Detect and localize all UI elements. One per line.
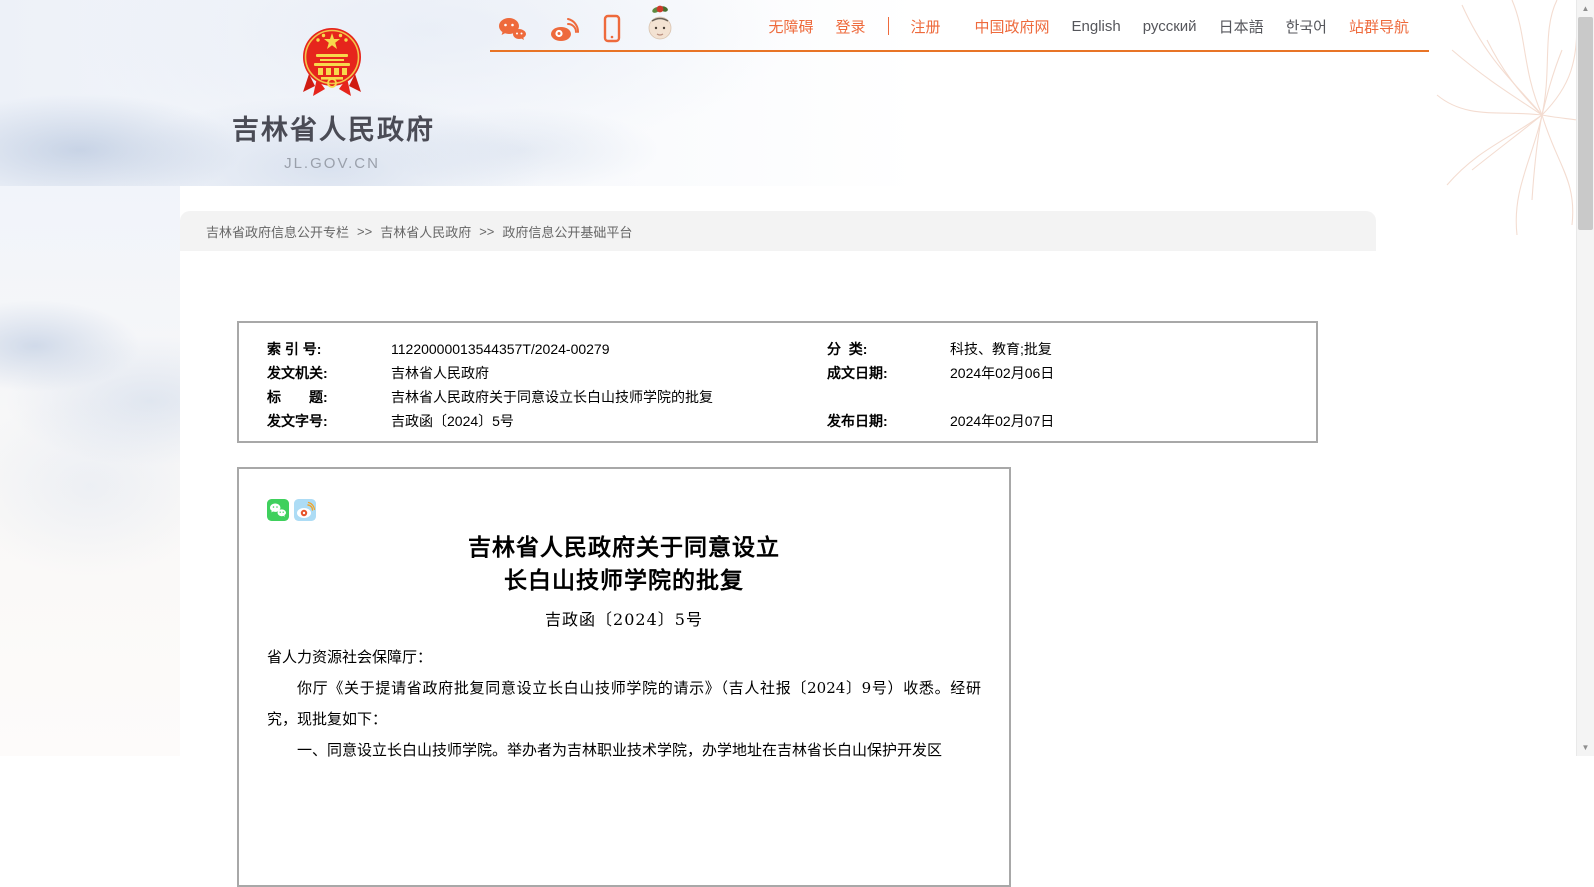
breadcrumb-separator: >> <box>479 224 494 239</box>
category-value: 科技、教育;批复 <box>950 339 1316 359</box>
document-paragraph: 一、同意设立长白山技师学院。举办者为吉林职业技术学院，办学地址在吉林省长白山保护… <box>267 735 981 766</box>
index-number-value: 11220000013544357T/2024-00279 <box>391 341 827 357</box>
publish-date-value: 2024年02月07日 <box>950 411 1316 431</box>
category-label: 分 类: <box>827 339 950 359</box>
publish-date-label: 发布日期: <box>827 411 950 431</box>
document-title-line1: 吉林省人民政府关于同意设立 <box>267 531 981 564</box>
national-emblem-icon <box>301 26 363 98</box>
breadcrumb-item-provincial-government[interactable]: 吉林省人民政府 <box>380 222 471 241</box>
meta-row-issuer-date: 发文机关: 吉林省人民政府 成文日期: 2024年02月06日 <box>267 361 1316 385</box>
document-paragraph: 你厅《关于提请省政府批复同意设立长白山技师学院的请示》（吉人社报〔2024〕9号… <box>267 673 981 735</box>
site-group-navigation-link[interactable]: 站群导航 <box>1349 16 1409 37</box>
wechat-icon[interactable] <box>497 16 527 49</box>
document-number-label: 发文字号: <box>267 411 391 431</box>
breadcrumb-item-open-gov-platform[interactable]: 政府信息公开基础平台 <box>502 222 632 241</box>
weibo-share-icon[interactable] <box>294 499 316 521</box>
index-number-label: 索 引 号: <box>267 339 391 359</box>
language-english-link[interactable]: English <box>1072 18 1121 35</box>
breadcrumb-separator: >> <box>357 224 372 239</box>
left-mountain-background <box>0 186 180 756</box>
topbar-orange-divider-line <box>490 50 1429 52</box>
document-salutation: 省人力资源社会保障厅： <box>267 642 981 673</box>
site-logo[interactable]: 吉林省人民政府 JL.GOV.CN <box>232 26 432 172</box>
topbar-links-group: 无障碍 登录 注册 中国政府网 English русский 日本語 한국어 … <box>768 16 1409 37</box>
scrollbar-down-arrow-icon[interactable]: ▼ <box>1577 739 1594 756</box>
share-icons-row <box>267 499 981 521</box>
issuing-agency-label: 发文机关: <box>267 363 391 383</box>
accessibility-link[interactable]: 无障碍 <box>768 16 813 37</box>
site-name: 吉林省人民政府 <box>232 108 432 147</box>
meta-row-docnumber-pubdate: 发文字号: 吉政函〔2024〕5号 发布日期: 2024年02月07日 <box>267 409 1316 433</box>
language-korean-link[interactable]: 한국어 <box>1286 16 1327 37</box>
meta-row-index-category: 索 引 号: 11220000013544357T/2024-00279 分 类… <box>267 337 1316 361</box>
mobile-icon[interactable] <box>601 14 623 49</box>
language-japanese-link[interactable]: 日本語 <box>1219 16 1264 37</box>
document-number-value: 吉政函〔2024〕5号 <box>391 411 827 431</box>
breadcrumb: 吉林省政府信息公开专栏 >> 吉林省人民政府 >> 政府信息公开基础平台 <box>180 211 1376 251</box>
document-body: 省人力资源社会保障厅： 你厅《关于提请省政府批复同意设立长白山技师学院的请示》（… <box>267 642 981 766</box>
flower-pattern-decoration <box>1392 0 1577 235</box>
document-metadata-box: 索 引 号: 11220000013544357T/2024-00279 分 类… <box>237 321 1318 443</box>
document-title: 吉林省人民政府关于同意设立 长白山技师学院的批复 <box>267 531 981 597</box>
topbar-divider <box>888 17 889 35</box>
written-date-label: 成文日期: <box>827 363 950 383</box>
weibo-icon[interactable] <box>549 16 579 49</box>
language-russian-link[interactable]: русский <box>1143 18 1197 35</box>
document-number: 吉政函〔2024〕5号 <box>267 606 981 630</box>
login-link[interactable]: 登录 <box>835 16 865 37</box>
written-date-value: 2024年02月06日 <box>950 363 1316 383</box>
site-domain: JL.GOV.CN <box>232 155 432 172</box>
vertical-scrollbar[interactable]: ▲ ▼ <box>1576 0 1594 756</box>
title-label: 标 题: <box>267 387 391 407</box>
document-content-box: 吉林省人民政府关于同意设立 长白山技师学院的批复 吉政函〔2024〕5号 省人力… <box>237 467 1011 887</box>
scrollbar-thumb[interactable] <box>1578 17 1593 230</box>
social-icons-group <box>497 4 675 49</box>
wechat-share-icon[interactable] <box>267 499 289 521</box>
document-title-line2: 长白山技师学院的批复 <box>267 564 981 597</box>
top-utility-bar: 无障碍 登录 注册 中国政府网 English русский 日本語 한국어 … <box>497 6 1409 46</box>
register-link[interactable]: 注册 <box>911 16 941 37</box>
scrollbar-up-arrow-icon[interactable]: ▲ <box>1577 0 1594 17</box>
china-gov-site-link[interactable]: 中国政府网 <box>975 16 1050 37</box>
breadcrumb-item-open-gov-column[interactable]: 吉林省政府信息公开专栏 <box>206 222 349 241</box>
issuing-agency-value: 吉林省人民政府 <box>391 363 827 383</box>
mascot-icon[interactable] <box>645 4 675 49</box>
title-value: 吉林省人民政府关于同意设立长白山技师学院的批复 <box>391 387 827 407</box>
meta-row-title: 标 题: 吉林省人民政府关于同意设立长白山技师学院的批复 <box>267 385 1316 409</box>
